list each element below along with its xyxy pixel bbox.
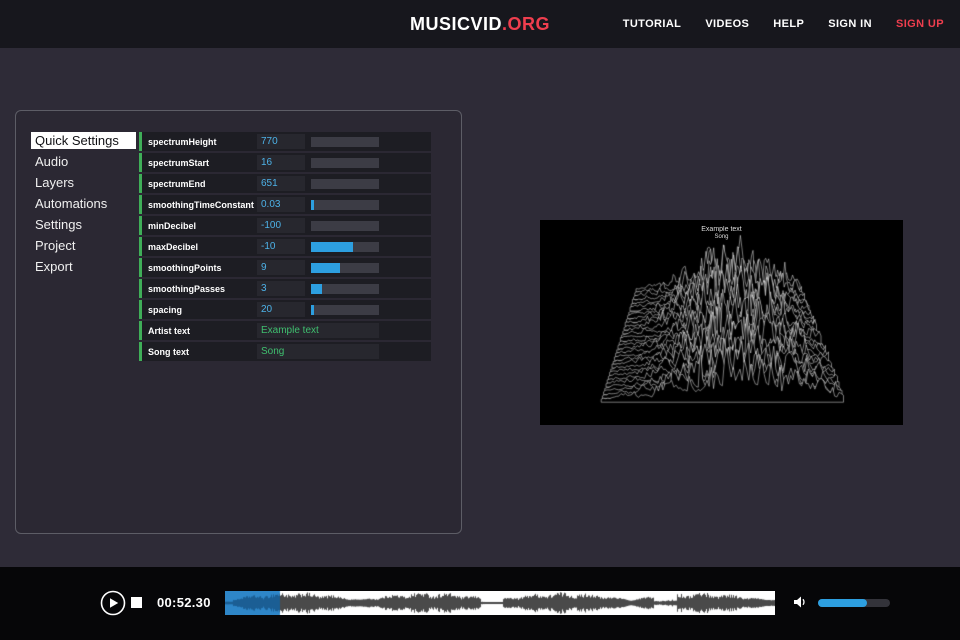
nav-item-signin[interactable]: SIGN IN — [828, 18, 872, 30]
sidebar-item-settings[interactable]: Settings — [31, 216, 136, 233]
setting-value-input[interactable]: 20 — [257, 302, 305, 317]
volume-fill — [818, 599, 867, 607]
volume-icon[interactable] — [792, 594, 808, 615]
player-bar: 00:52.30 — [0, 567, 960, 640]
setting-label: maxDecibel — [148, 241, 199, 252]
speaker-icon — [794, 596, 805, 608]
setting-slider[interactable] — [311, 178, 379, 189]
setting-row: spectrumStart 16 — [139, 153, 431, 172]
setting-row: spacing 20 — [139, 300, 431, 319]
sidebar-item-audio[interactable]: Audio — [31, 153, 136, 170]
setting-label: Artist text — [148, 325, 191, 336]
settings-sidebar: Quick Settings Audio Layers Automations … — [31, 132, 136, 279]
spectrum-visualization — [540, 220, 903, 425]
sidebar-item-project[interactable]: Project — [31, 237, 136, 254]
setting-row: Song text Song — [139, 342, 431, 361]
sidebar-item-export[interactable]: Export — [31, 258, 136, 275]
setting-slider[interactable] — [311, 304, 379, 315]
setting-label: spacing — [148, 304, 183, 315]
setting-label: Song text — [148, 346, 190, 357]
setting-value-input[interactable]: -10 — [257, 239, 305, 254]
nav-links: TUTORIAL VIDEOS HELP SIGN IN SIGN UP — [623, 0, 944, 48]
brand-logo[interactable]: MUSICVID.ORG — [410, 14, 550, 35]
setting-label: smoothingTimeConstant — [148, 199, 254, 210]
top-navbar: MUSICVID.ORG TUTORIAL VIDEOS HELP SIGN I… — [0, 0, 960, 48]
setting-label: spectrumStart — [148, 157, 210, 168]
setting-row: spectrumHeight 770 — [139, 132, 431, 151]
nav-item-videos[interactable]: VIDEOS — [705, 18, 749, 30]
brand-left: MUSICVID — [409, 13, 502, 34]
setting-value-input[interactable]: 770 — [257, 134, 305, 149]
sidebar-item-layers[interactable]: Layers — [31, 174, 136, 191]
setting-row: maxDecibel -10 — [139, 237, 431, 256]
setting-value-input[interactable]: -100 — [257, 218, 305, 233]
volume-slider[interactable] — [818, 599, 890, 607]
slider-fill — [311, 304, 314, 315]
setting-row: smoothingPoints 9 — [139, 258, 431, 277]
sidebar-item-quick-settings[interactable]: Quick Settings — [31, 132, 136, 149]
setting-label: smoothingPoints — [148, 262, 222, 273]
setting-value-input[interactable]: Example text — [257, 323, 379, 338]
waveform[interactable] — [225, 591, 775, 615]
setting-row: minDecibel -100 — [139, 216, 431, 235]
setting-value-input[interactable]: 0.03 — [257, 197, 305, 212]
setting-slider[interactable] — [311, 199, 379, 210]
stop-button[interactable] — [131, 597, 142, 608]
sidebar-item-automations[interactable]: Automations — [31, 195, 136, 212]
setting-slider[interactable] — [311, 220, 379, 231]
setting-row: smoothingTimeConstant 0.03 — [139, 195, 431, 214]
nav-item-help[interactable]: HELP — [773, 18, 804, 30]
setting-row: Artist text Example text — [139, 321, 431, 340]
play-button[interactable] — [100, 590, 126, 616]
setting-label: spectrumEnd — [148, 178, 206, 189]
setting-value-input[interactable]: 3 — [257, 281, 305, 296]
setting-label: spectrumHeight — [148, 136, 217, 147]
brand-right: .ORG — [502, 13, 551, 34]
quick-settings-panel: Quick Settings Audio Layers Automations … — [15, 110, 462, 534]
setting-label: minDecibel — [148, 220, 197, 231]
setting-row: spectrumEnd 651 — [139, 174, 431, 193]
setting-value-input[interactable]: 9 — [257, 260, 305, 275]
setting-value-input[interactable]: Song — [257, 344, 379, 359]
nav-item-tutorial[interactable]: TUTORIAL — [623, 18, 682, 30]
setting-row: smoothingPasses 3 — [139, 279, 431, 298]
play-icon — [100, 590, 126, 616]
setting-slider[interactable] — [311, 283, 379, 294]
playback-time: 00:52.30 — [157, 595, 211, 610]
settings-fields: spectrumHeight 770 spectrumStart 16 spectrum… — [139, 132, 431, 363]
setting-value-input[interactable]: 651 — [257, 176, 305, 191]
setting-label: smoothingPasses — [148, 283, 226, 294]
setting-slider[interactable] — [311, 262, 379, 273]
setting-value-input[interactable]: 16 — [257, 155, 305, 170]
slider-fill — [311, 199, 314, 210]
slider-fill — [311, 262, 340, 273]
setting-slider[interactable] — [311, 241, 379, 252]
slider-fill — [311, 241, 354, 252]
setting-slider[interactable] — [311, 136, 379, 147]
slider-fill — [311, 283, 322, 294]
nav-item-signup[interactable]: SIGN UP — [896, 18, 944, 30]
setting-slider[interactable] — [311, 157, 379, 168]
video-preview: Example text Song — [540, 220, 903, 425]
